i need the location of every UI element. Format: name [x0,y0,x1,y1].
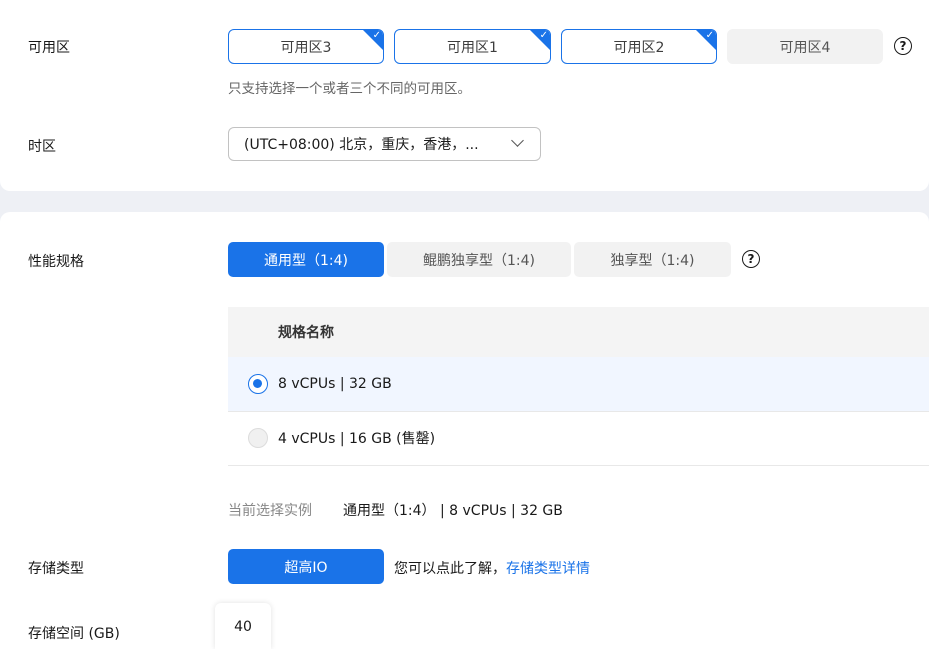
az-hint: 只支持选择一个或者三个不同的可用区。 [228,81,471,97]
az-option-2[interactable]: 可用区2 ✓ [561,29,717,64]
current-selection-label: 当前选择实例 [228,503,312,519]
check-icon: ✓ [539,30,548,41]
current-selection-value: 通用型（1:4） | 8 vCPUs | 32 GB [343,503,563,519]
spec-row-label: 8 vCPUs | 32 GB [278,376,392,392]
radio-selected[interactable] [248,374,268,394]
timezone-label: 时区 [28,139,56,155]
storage-space-label: 存储空间 (GB) [28,626,120,642]
az-option-3[interactable]: 可用区3 ✓ [228,29,384,64]
spec-name-column: 规格名称 [278,325,334,341]
az-label: 可用区 [28,40,70,56]
help-icon[interactable]: ? [742,250,760,268]
storage-info-text: 您可以点此了解， [394,561,506,577]
check-icon: ✓ [705,30,714,41]
radio-disabled [248,428,268,448]
perf-label: 性能规格 [28,254,84,270]
spec-table-header: 规格名称 [228,307,929,357]
tab-kunpeng-dedicated[interactable]: 鲲鹏独享型（1:4) [387,242,571,277]
az-option-4[interactable]: 可用区4 [727,29,883,64]
spec-row-8vcpu[interactable]: 8 vCPUs | 32 GB [228,357,929,412]
spec-row-4vcpu: 4 vCPUs | 16 GB (售罄) [228,411,929,466]
spec-row-label: 4 vCPUs | 16 GB (售罄) [278,431,436,447]
help-icon[interactable]: ? [894,37,912,55]
storage-type-label: 存储类型 [28,561,84,577]
storage-type-ultra-io-button[interactable]: 超高IO [228,549,384,584]
storage-space-input[interactable]: 40 [215,603,271,649]
timezone-select[interactable]: (UTC+08:00) 北京，重庆，香港，... [228,127,541,161]
tab-dedicated[interactable]: 独享型（1:4) [574,242,731,277]
tab-general[interactable]: 通用型（1:4) [228,242,384,277]
az-option-1[interactable]: 可用区1 ✓ [394,29,551,64]
storage-info: 您可以点此了解，存储类型详情 [394,558,590,578]
timezone-value: (UTC+08:00) 北京，重庆，香港，... [244,137,479,153]
chevron-down-icon [511,134,524,147]
storage-type-details-link[interactable]: 存储类型详情 [506,561,590,577]
check-icon: ✓ [372,30,381,41]
